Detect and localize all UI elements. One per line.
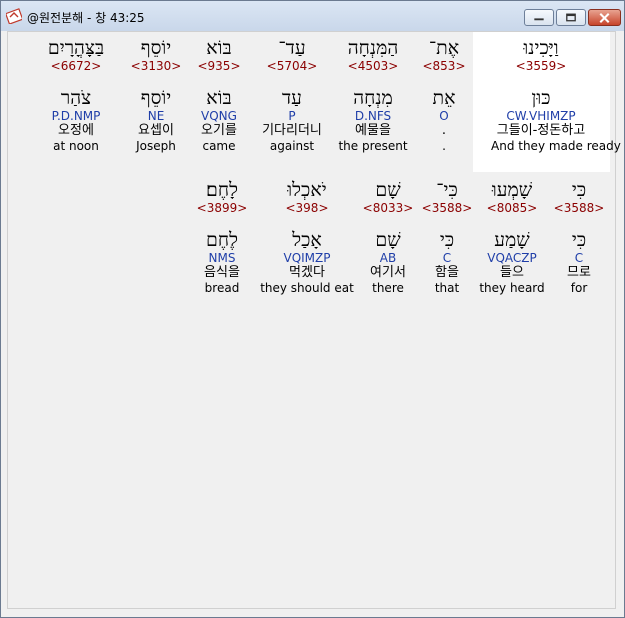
close-button[interactable] bbox=[588, 9, 621, 26]
morphology-code: NMS bbox=[208, 251, 236, 265]
hebrew-word: לָחֶם׃ bbox=[206, 179, 238, 201]
strong-number[interactable]: <3559> bbox=[491, 59, 591, 73]
lemma-cell: צֹהַר P.D.NMP 오정에 at noon bbox=[26, 87, 126, 153]
strong-number[interactable]: <398> bbox=[257, 201, 357, 215]
minimize-button[interactable] bbox=[524, 9, 554, 26]
morphology-code: P.D.NMP bbox=[51, 109, 101, 123]
morphology-code: CW.VHIMZP bbox=[506, 109, 576, 123]
lemma-cell: לֶחֶם NMS 음식을 bread bbox=[172, 229, 272, 295]
english-gloss: they should eat bbox=[260, 281, 354, 295]
hebrew-word: בַּצָּהֳרָיִם bbox=[47, 37, 105, 59]
morphology-code: VQIMZP bbox=[283, 251, 331, 265]
korean-gloss: 먹겠다 bbox=[289, 265, 325, 280]
maximize-icon bbox=[566, 13, 576, 22]
hebrew-lemma: לֶחֶם bbox=[206, 229, 238, 251]
english-gloss: And they made ready bbox=[491, 139, 621, 153]
word-cell[interactable]: וַיָּכִינוּ <3559> bbox=[491, 37, 591, 73]
minimize-icon bbox=[534, 18, 544, 21]
hebrew-lemma: כּוּן bbox=[531, 87, 551, 109]
hebrew-lemma: צֹהַר bbox=[60, 87, 92, 109]
title-bar[interactable]: @원전분해 - 창 43:25 bbox=[1, 1, 624, 31]
english-gloss: at noon bbox=[53, 139, 99, 153]
korean-gloss: 음식을 bbox=[204, 265, 240, 280]
strong-number[interactable]: <3899> bbox=[172, 201, 272, 215]
app-icon[interactable] bbox=[6, 8, 22, 24]
word-cell[interactable]: לָחֶם׃ <3899> bbox=[172, 179, 272, 215]
maximize-button[interactable] bbox=[556, 9, 586, 26]
korean-gloss: 그들이-정돈하고 bbox=[496, 123, 586, 138]
hebrew-word: וַיָּכִינוּ bbox=[523, 37, 559, 59]
close-icon bbox=[599, 13, 610, 23]
lemma-cell: אָכַל VQIMZP 먹겠다 they should eat bbox=[257, 229, 357, 295]
hebrew-word: יֹאכְלוּ bbox=[287, 179, 327, 201]
word-cell[interactable]: בַּצָּהֳרָיִם <6672> bbox=[26, 37, 126, 73]
word-cell[interactable]: יֹאכְלוּ <398> bbox=[257, 179, 357, 215]
hebrew-lemma: אָכַל bbox=[292, 229, 322, 251]
lemma-cell: כּוּן CW.VHIMZP 그들이-정돈하고 And they made r… bbox=[491, 87, 621, 153]
korean-gloss: 오정에 bbox=[58, 123, 94, 138]
window-title: @원전분해 - 창 43:25 bbox=[27, 11, 145, 25]
strong-number[interactable]: <6672> bbox=[26, 59, 126, 73]
app-window: @원전분해 - 창 43:25 וַיָּכִינוּ <3559> אֶת־ … bbox=[0, 0, 625, 618]
english-gloss: bread bbox=[204, 281, 240, 295]
